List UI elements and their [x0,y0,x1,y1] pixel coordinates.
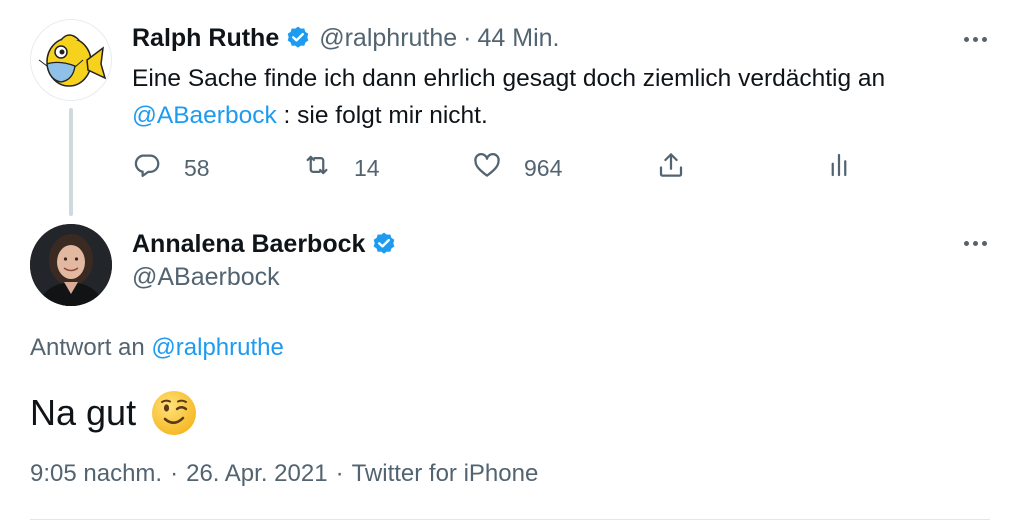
more-options-icon[interactable] [960,228,990,258]
heart-icon [472,150,502,186]
tweet-text: Na gut [30,392,137,433]
thread-connector-line [69,108,73,216]
winking-face-emoji-icon [150,389,198,437]
share-button[interactable] [656,150,686,186]
tweet-timestamp[interactable]: 44 Min. [478,24,560,53]
meta-separator: · [335,460,344,487]
mention-link[interactable]: @ABaerbock [132,102,277,129]
verified-badge-icon [371,231,397,257]
author-name[interactable]: Annalena Baerbock [132,230,365,259]
parent-tweet-header: Ralph Ruthe @ralphruthe · 44 Min. [132,22,559,54]
header-separator: · [463,23,472,52]
more-options-icon[interactable] [960,24,990,54]
author-handle[interactable]: @ralphruthe [319,24,457,53]
author-handle[interactable]: @ABaerbock [132,263,280,292]
retweet-count: 14 [354,154,380,181]
retweet-button[interactable]: 14 [302,150,380,186]
author-name[interactable]: Ralph Ruthe [132,24,279,53]
tweet-action-bar: 58 14 964 [132,150,862,186]
reply-prefix: Antwort an [30,334,152,361]
tweet-time[interactable]: 9:05 nachm. [30,460,162,487]
main-tweet-name-row: Annalena Baerbock [132,227,405,261]
portrait-photo-avatar-image [30,224,112,306]
retweet-icon [302,150,332,186]
divider [30,519,990,520]
parent-tweet-text: Eine Sache finde ich dann ehrlich gesagt… [132,60,992,134]
avatar-annalena-baerbock[interactable] [30,224,112,306]
tweet-meta: 9:05 nachm. · 26. Apr. 2021 · Twitter for iP… [30,460,538,488]
reply-icon [132,150,162,186]
main-tweet-text: Na gut [30,388,198,438]
main-tweet: Annalena Baerbock @ABaerbock Antwort an … [0,215,1020,530]
share-icon [656,150,686,186]
reply-button[interactable]: 58 [132,150,210,186]
meta-separator: · [170,460,179,487]
analytics-icon [824,150,854,186]
tweet-text-rest: : sie folgt mir nicht. [276,102,488,129]
parent-tweet[interactable]: Ralph Ruthe @ralphruthe · 44 Min. Eine S… [0,0,1020,216]
reply-mention-link[interactable]: @ralphruthe [151,334,283,361]
reply-context: Antwort an @ralphruthe [30,334,284,362]
tweet-source-link[interactable]: Twitter for iPhone [352,460,539,487]
avatar-ralph-ruthe[interactable] [30,19,112,101]
like-count: 964 [524,154,563,181]
tweet-date[interactable]: 26. Apr. 2021 [186,460,327,487]
like-button[interactable]: 964 [472,150,562,186]
tweet-text-line1: Eine Sache finde ich dann ehrlich gesagt… [132,65,886,92]
reply-count: 58 [184,154,210,181]
analytics-button[interactable] [824,150,854,186]
fish-cartoon-avatar-image [38,34,107,87]
verified-badge-icon [285,25,311,51]
